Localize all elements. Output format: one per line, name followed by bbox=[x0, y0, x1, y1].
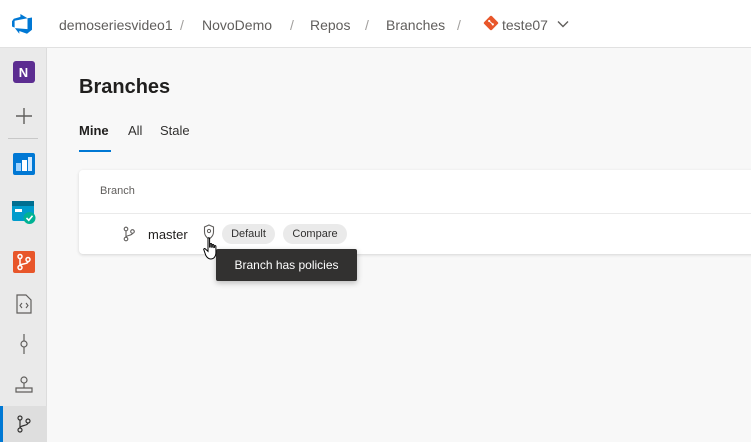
branch-name-link[interactable]: master bbox=[148, 227, 188, 242]
tab-stale[interactable]: Stale bbox=[160, 123, 190, 138]
chevron-down-icon[interactable] bbox=[556, 17, 570, 31]
boards-nav[interactable] bbox=[0, 146, 47, 182]
repos-icon bbox=[12, 251, 35, 273]
project-button[interactable]: N bbox=[0, 54, 47, 90]
branches-table: Branch master Default Compare bbox=[79, 170, 751, 254]
azure-devops-logo-icon[interactable] bbox=[11, 12, 35, 36]
branches-nav[interactable] bbox=[0, 406, 47, 442]
column-header-branch[interactable]: Branch bbox=[100, 185, 135, 197]
default-badge: Default bbox=[222, 224, 275, 244]
branches-icon bbox=[16, 415, 31, 433]
breadcrumb-separator: / bbox=[290, 17, 294, 33]
compare-badge[interactable]: Compare bbox=[283, 224, 347, 244]
left-navigation: N bbox=[0, 48, 47, 442]
branch-icon bbox=[123, 226, 135, 242]
git-repo-icon bbox=[483, 15, 499, 31]
commits-icon bbox=[19, 334, 28, 354]
new-button[interactable] bbox=[0, 98, 47, 134]
hand-cursor-icon bbox=[203, 237, 217, 260]
breadcrumb-section[interactable]: Repos bbox=[310, 17, 350, 33]
tab-mine[interactable]: Mine bbox=[79, 123, 109, 138]
files-nav[interactable] bbox=[0, 286, 47, 322]
breadcrumb-page[interactable]: Branches bbox=[386, 17, 445, 33]
breadcrumb-separator: / bbox=[365, 17, 369, 33]
tab-all[interactable]: All bbox=[128, 123, 142, 138]
pushes-icon bbox=[14, 376, 33, 393]
plus-icon bbox=[15, 108, 32, 124]
test-plans-nav[interactable] bbox=[0, 194, 47, 230]
page-title: Branches bbox=[79, 76, 171, 98]
breadcrumb-separator: / bbox=[457, 17, 461, 33]
project-badge: N bbox=[12, 61, 35, 83]
repos-nav[interactable] bbox=[0, 244, 47, 280]
repo-selector[interactable]: teste07 bbox=[502, 17, 548, 33]
pushes-nav[interactable] bbox=[0, 366, 47, 402]
boards-icon bbox=[12, 153, 35, 175]
breadcrumb-separator: / bbox=[180, 17, 184, 33]
active-tab-indicator bbox=[79, 150, 111, 152]
commits-nav[interactable] bbox=[0, 326, 47, 362]
policy-tooltip: Branch has policies bbox=[216, 249, 357, 281]
breadcrumb-organization[interactable]: demoseriesvideo1 bbox=[59, 17, 173, 33]
test-plans-icon bbox=[11, 201, 35, 224]
files-icon bbox=[15, 294, 32, 314]
rail-divider bbox=[8, 138, 38, 139]
breadcrumb-project[interactable]: NovoDemo bbox=[202, 17, 272, 33]
top-bar: demoseriesvideo1 / NovoDemo / Repos / Br… bbox=[0, 0, 751, 48]
